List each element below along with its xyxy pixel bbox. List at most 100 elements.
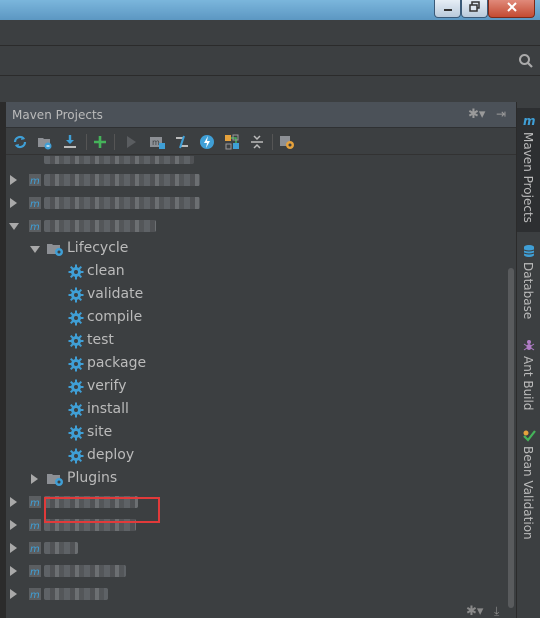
tab-maven-projects[interactable]: m Maven Projects — [517, 108, 540, 232]
toolbar-separator — [86, 134, 87, 150]
close-icon — [506, 2, 517, 12]
goal-label: deploy — [87, 447, 135, 463]
tree-row-project[interactable]: m — [6, 582, 506, 605]
goal-label: clean — [87, 263, 125, 279]
execute-goal-icon[interactable]: m — [148, 133, 166, 151]
editor-gap — [0, 76, 540, 102]
tree-row-goal-install[interactable]: install — [6, 398, 506, 421]
panel-title: Maven Projects — [12, 108, 103, 122]
tree-row-goal-package[interactable]: package — [6, 352, 506, 375]
tab-bean-validation[interactable]: Bean Validation — [517, 426, 540, 546]
tree-row-goal-verify[interactable]: verify — [6, 375, 506, 398]
tree-row-project[interactable]: m — [6, 191, 506, 214]
tree-row-goal-clean[interactable]: clean — [6, 260, 506, 283]
tree-row-goal-deploy[interactable]: deploy — [6, 444, 506, 467]
maven-project-icon: m — [29, 220, 41, 233]
minimize-button[interactable] — [434, 0, 461, 18]
svg-text:m: m — [30, 590, 40, 601]
editor-tabs-bar — [0, 20, 540, 46]
tab-label: Maven Projects — [521, 132, 535, 223]
svg-text:m: m — [30, 567, 40, 578]
maven-project-icon: m — [29, 174, 41, 187]
redacted-project-name — [44, 220, 156, 232]
svg-text:m: m — [30, 222, 40, 233]
download-sources-icon[interactable] — [61, 133, 79, 151]
show-dependencies-icon[interactable] — [223, 133, 241, 151]
expand-arrow-icon[interactable] — [31, 474, 38, 484]
collapse-arrow-icon[interactable] — [30, 246, 40, 253]
expand-arrow-icon[interactable] — [10, 175, 17, 185]
tree-row-project-expanded[interactable]: m — [6, 214, 506, 237]
expand-arrow-icon[interactable] — [10, 198, 17, 208]
tree-row-goal-compile[interactable]: compile — [6, 306, 506, 329]
svg-text:m: m — [30, 498, 40, 509]
tree-row-goal-test[interactable]: test — [6, 329, 506, 352]
goal-label: install — [87, 401, 129, 417]
maven-project-icon: m — [29, 519, 41, 532]
expand-arrow-icon[interactable] — [10, 520, 17, 530]
gear-icon — [68, 356, 84, 372]
svg-text:m: m — [30, 544, 40, 555]
redacted-project-name — [44, 174, 200, 186]
tab-ant-build[interactable]: Ant Build — [517, 336, 540, 410]
search-icon[interactable] — [518, 53, 534, 69]
maven-icon: m — [523, 114, 536, 128]
lifecycle-folder-icon — [47, 244, 63, 256]
database-icon — [523, 245, 535, 257]
tree-row-goal-validate[interactable]: validate — [6, 283, 506, 306]
deploy-highlight-box — [44, 497, 160, 523]
panel-hide-icon[interactable]: ⇥ — [496, 107, 506, 121]
maven-toolbar: m — [6, 129, 516, 155]
tree-row-project[interactable]: m — [6, 559, 506, 582]
goal-label: verify — [87, 378, 127, 394]
toolbar-separator — [272, 134, 273, 150]
collapse-all-icon[interactable] — [248, 133, 266, 151]
tree-row-lifecycle[interactable]: Lifecycle — [6, 237, 506, 260]
tree-row-plugins[interactable]: Plugins — [6, 467, 506, 490]
refresh-icon[interactable] — [11, 133, 29, 151]
gear-icon — [68, 287, 84, 303]
expand-arrow-icon[interactable] — [10, 589, 17, 599]
tab-label: Bean Validation — [521, 446, 535, 540]
right-tool-window-strip: m Maven Projects Database Ant Build Bean… — [516, 102, 540, 618]
svg-text:m: m — [30, 521, 40, 532]
collapse-arrow-icon[interactable] — [9, 223, 19, 230]
skip-tests-icon[interactable] — [198, 133, 216, 151]
restore-button[interactable] — [461, 0, 488, 18]
redacted-project-name — [44, 588, 108, 600]
redacted-project-name — [44, 156, 194, 164]
maven-project-icon: m — [29, 588, 41, 601]
generate-sources-icon[interactable] — [36, 133, 54, 151]
gear-icon — [68, 310, 84, 326]
expand-arrow-icon[interactable] — [10, 543, 17, 553]
bottom-pin-icon[interactable]: ⤓ — [494, 604, 499, 618]
goal-label: validate — [87, 286, 144, 302]
run-maven-build-icon[interactable] — [122, 133, 140, 151]
gear-icon — [68, 379, 84, 395]
svg-text:m: m — [152, 138, 160, 147]
maven-project-tree: m m m Lifecycle clean validate compile t… — [6, 156, 506, 618]
restore-icon — [468, 1, 480, 12]
gear-icon — [68, 425, 84, 441]
add-maven-project-icon[interactable] — [91, 133, 109, 151]
scrollbar-thumb[interactable] — [508, 268, 514, 608]
expand-arrow-icon[interactable] — [10, 566, 17, 576]
tree-row-project[interactable]: m — [6, 168, 506, 191]
maven-project-icon: m — [29, 496, 41, 509]
panel-header: Maven Projects ✱▾ ⇥ — [6, 102, 516, 128]
vertical-scrollbar[interactable] — [506, 156, 516, 618]
expand-arrow-icon[interactable] — [10, 497, 17, 507]
lifecycle-label: Lifecycle — [67, 240, 129, 256]
maven-settings-icon[interactable] — [278, 133, 296, 151]
close-button[interactable] — [488, 0, 535, 18]
goal-label: package — [87, 355, 147, 371]
tree-row-project[interactable]: m — [6, 536, 506, 559]
bottom-gear-icon[interactable]: ✱▾ — [466, 604, 483, 618]
tree-row-goal-site[interactable]: site — [6, 421, 506, 444]
bean-validation-icon — [523, 430, 536, 442]
panel-settings-gear-icon[interactable]: ✱▾ — [468, 107, 485, 122]
gear-icon — [68, 448, 84, 464]
toggle-offline-icon[interactable] — [173, 133, 191, 151]
gear-icon — [68, 264, 84, 280]
tab-database[interactable]: Database — [517, 242, 540, 322]
